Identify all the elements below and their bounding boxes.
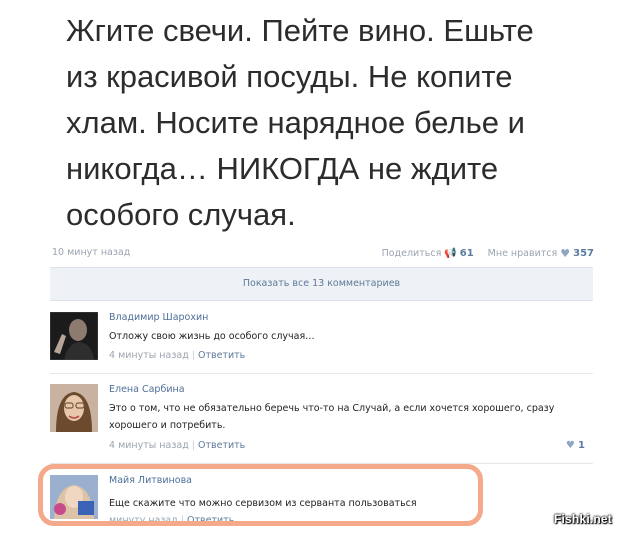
megaphone-icon: 📢 (444, 248, 457, 259)
reply-button[interactable]: Ответить (198, 350, 245, 361)
share-button[interactable]: Поделиться 📢 61 (382, 248, 474, 259)
like-button[interactable]: Мне нравится ♥ 357 (488, 247, 594, 260)
like-count: 357 (573, 248, 594, 259)
comment: Владимир Шарохин Отложу свою жизнь до ос… (50, 312, 593, 368)
comment-text: Отложу свою жизнь до особого случая… (109, 331, 315, 342)
avatar[interactable] (50, 312, 98, 360)
divider (50, 373, 593, 374)
post-time[interactable]: 10 минут назад (52, 247, 130, 258)
post-text: Жгите свечи. Пейте вино. Ешьте из красив… (66, 13, 534, 232)
comment-time[interactable]: 4 минуты назад (109, 350, 189, 361)
reply-button[interactable]: Ответить (198, 440, 245, 451)
comment-footer: 4 минуты назад | Ответить (109, 440, 246, 451)
share-count: 61 (459, 248, 474, 259)
highlight-outline (38, 464, 483, 526)
comment-author[interactable]: Владимир Шарохин (109, 312, 208, 323)
comment-like-count: 1 (578, 440, 585, 451)
like-label: Мне нравится (487, 248, 558, 259)
comment-like-button[interactable]: ♥ 1 (566, 440, 585, 451)
comment-text: Это о том, что не обязательно беречь что… (109, 403, 555, 431)
heart-icon: ♥ (565, 440, 575, 451)
watermark: Fishki.net (553, 512, 612, 526)
post-actions: Поделиться 📢 61 Мне нравится ♥ 357 (382, 247, 594, 260)
comment: Елена Сарбина Это о том, что не обязател… (50, 384, 593, 456)
heart-icon: ♥ (560, 247, 571, 260)
comment-time[interactable]: 4 минуты назад (109, 440, 189, 451)
show-all-comments-button[interactable]: Показать все 13 комментариев (50, 267, 593, 301)
avatar[interactable] (50, 384, 98, 432)
comment-author[interactable]: Елена Сарбина (109, 384, 185, 395)
comment-footer: 4 минуты назад | Ответить (109, 350, 246, 361)
share-label: Поделиться (381, 248, 442, 259)
